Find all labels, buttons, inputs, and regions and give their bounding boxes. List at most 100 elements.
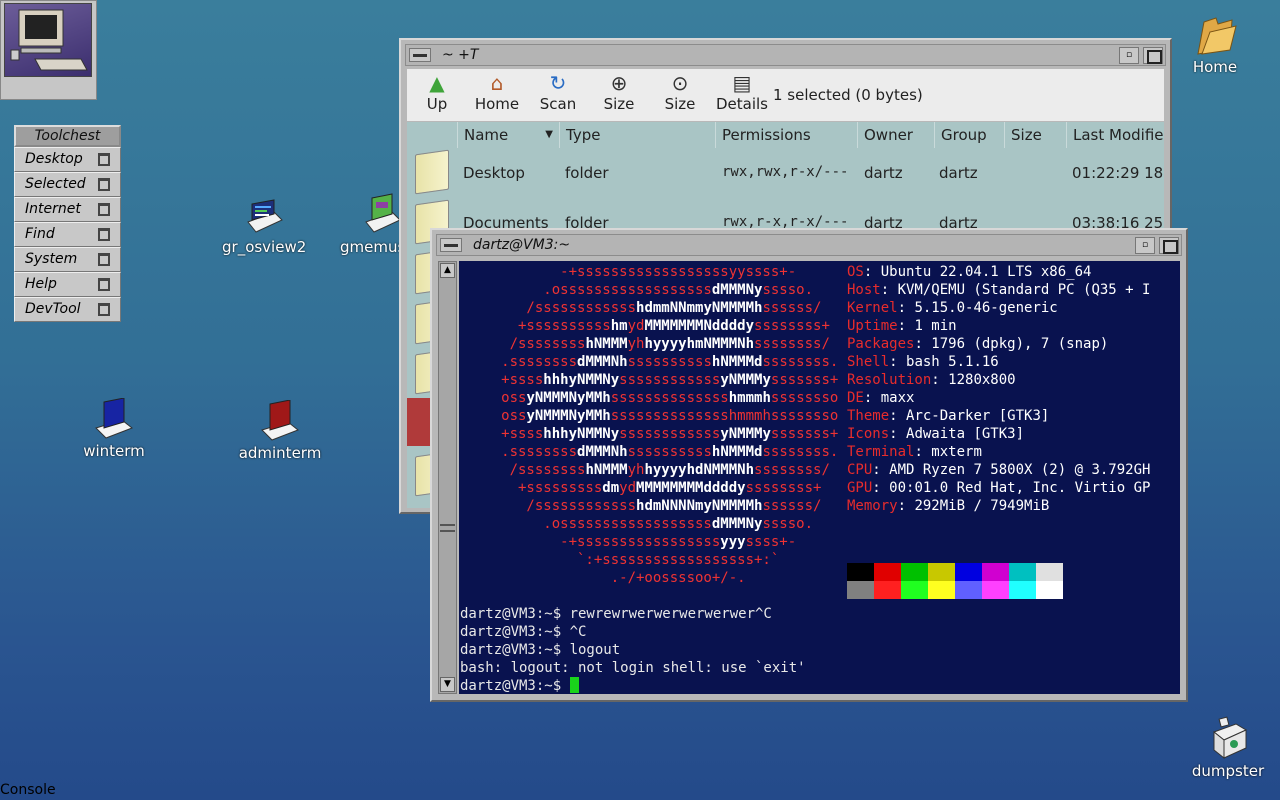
scroll-down-arrow-icon[interactable]: ▼ [440, 677, 455, 692]
toolchest-title: Toolchest [14, 125, 121, 147]
window-title: ~ +T [442, 47, 479, 63]
toolbar-label: Size [603, 95, 635, 113]
toolbar-size-down-button[interactable]: ⊙ Size [651, 71, 709, 113]
toolchest-item-system[interactable]: System [14, 247, 121, 272]
terminal-scrollbar[interactable]: ▲ ▼ [438, 261, 457, 694]
color-swatch [874, 581, 901, 599]
toolchest-item-label: Find [25, 226, 55, 242]
file-manager-toolbar: ▲ Up ⌂ Home ↻ Scan ⊕ Size ⊙ Size ▤ Detai… [407, 69, 1164, 121]
column-label: Owner [864, 126, 913, 144]
desktop-icon-gr-osview2[interactable]: gr_osview2 [222, 198, 306, 256]
color-swatch [955, 581, 982, 599]
column-header-group[interactable]: Group [934, 122, 1004, 148]
toolbar-label: Size [664, 95, 696, 113]
desktop-icon-label: dumpster [1191, 762, 1265, 780]
desktop-icon-label: Home [1192, 58, 1238, 76]
submenu-icon [98, 253, 110, 266]
console-label: Console [0, 782, 56, 798]
column-header-name[interactable]: Name ▼ [457, 122, 559, 148]
details-list-icon: ▤ [732, 71, 752, 95]
zoom-in-icon: ⊕ [610, 71, 628, 95]
toolchest-item-label: DevTool [25, 301, 81, 317]
submenu-icon [98, 203, 110, 216]
color-swatch [982, 581, 1009, 599]
minimize-button[interactable]: ▫ [1119, 47, 1139, 64]
toolchest-item-find[interactable]: Find [14, 222, 121, 247]
admin-terminal-icon [261, 400, 299, 441]
toolbar-label: Up [426, 95, 448, 113]
toolbar-label: Scan [539, 95, 577, 113]
column-header-last-modified[interactable]: Last Modified [1066, 122, 1164, 148]
toolchest-item-internet[interactable]: Internet [14, 197, 121, 222]
toolchest-item-selected[interactable]: Selected [14, 172, 121, 197]
file-owner: dartz [864, 164, 903, 182]
desktop-icon-gmemusage[interactable]: gmemusage [340, 192, 434, 256]
toolbar-home-button[interactable]: ⌂ Home [468, 71, 526, 113]
color-swatch [1009, 581, 1036, 599]
desktop-icon-winterm[interactable]: winterm [80, 398, 148, 460]
toolchest-item-label: Internet [25, 201, 81, 217]
column-header-permissions[interactable]: Permissions [715, 122, 857, 148]
arrow-up-icon: ▲ [429, 71, 445, 95]
desktop-icon-label: gmemusage [340, 238, 434, 256]
toolbar-up-button[interactable]: ▲ Up [408, 71, 466, 113]
toolbar-scan-button[interactable]: ↻ Scan [529, 71, 587, 113]
shell-output: dartz@VM3:~$ rewrewrwerwerwerwerwer^C da… [460, 606, 806, 694]
text-cursor[interactable] [569, 677, 579, 693]
desktop-icon-adminterm[interactable]: adminterm [236, 400, 324, 462]
color-swatch [1009, 563, 1036, 581]
desktop-icon-home[interactable]: Home [1186, 14, 1244, 76]
terminal-window[interactable]: dartz@VM3:~ ▫ ▲ ▼ -+ssssssssssssssssssyy… [430, 228, 1188, 702]
window-title: dartz@VM3:~ [473, 237, 571, 253]
maximize-button[interactable] [1143, 47, 1163, 64]
column-label: Group [941, 126, 987, 144]
color-swatch [928, 563, 955, 581]
toolchest-item-desktop[interactable]: Desktop [14, 147, 121, 172]
scrollbar-thumb[interactable] [440, 524, 455, 532]
color-swatch [955, 563, 982, 581]
file-type: folder [565, 164, 609, 182]
column-header-owner[interactable]: Owner [857, 122, 934, 148]
folder-icon [415, 149, 449, 195]
desktop-icon-label: winterm [83, 442, 145, 460]
submenu-icon [98, 303, 110, 316]
column-label: Type [566, 126, 601, 144]
color-palette [847, 563, 1063, 599]
file-permissions: rwx,rwx,r-x/--- [722, 164, 849, 180]
window-menu-button[interactable] [409, 48, 431, 62]
file-manager-titlebar[interactable]: ~ +T ▫ [405, 44, 1166, 66]
console-icon[interactable]: Console [0, 0, 97, 798]
file-name: Desktop [463, 164, 525, 182]
color-swatch [982, 563, 1009, 581]
color-swatch [847, 581, 874, 599]
window-menu-button[interactable] [440, 238, 462, 252]
minimize-button[interactable]: ▫ [1135, 237, 1155, 254]
toolchest-item-devtool[interactable]: DevTool [14, 297, 121, 322]
toolbar-details-button[interactable]: ▤ Details [713, 71, 771, 113]
toolbar-size-up-button[interactable]: ⊕ Size [590, 71, 648, 113]
terminal-titlebar[interactable]: dartz@VM3:~ ▫ [436, 234, 1182, 256]
terminal-icon [95, 398, 133, 439]
maximize-button[interactable] [1159, 237, 1179, 254]
gmemusage-icon [365, 193, 401, 233]
submenu-icon [98, 228, 110, 241]
scroll-up-arrow-icon[interactable]: ▲ [440, 263, 455, 278]
file-group: dartz [939, 164, 978, 182]
toolchest-item-help[interactable]: Help [14, 272, 121, 297]
column-header-type[interactable]: Type [559, 122, 715, 148]
desktop-icon-label: gr_osview2 [222, 238, 307, 256]
ubuntu-ascii-logo: -+ssssssssssssssssssyyssss+- .osssssssss… [501, 264, 839, 586]
terminal-screen[interactable]: -+ssssssssssssssssssyyssss+- .osssssssss… [459, 261, 1180, 694]
color-swatch [901, 581, 928, 599]
toolchest-item-label: Selected [25, 176, 86, 192]
submenu-icon [98, 153, 110, 166]
desktop-icon-label: adminterm [238, 444, 322, 462]
refresh-icon: ↻ [549, 71, 567, 95]
desktop-icon-dumpster[interactable]: dumpster [1188, 714, 1268, 780]
color-swatch [901, 563, 928, 581]
toolchest-item-label: Desktop [25, 151, 83, 167]
column-header-size[interactable]: Size [1004, 122, 1066, 148]
color-swatch [1036, 563, 1063, 581]
column-label: Last Modified [1073, 126, 1164, 144]
osview-icon [247, 199, 283, 233]
